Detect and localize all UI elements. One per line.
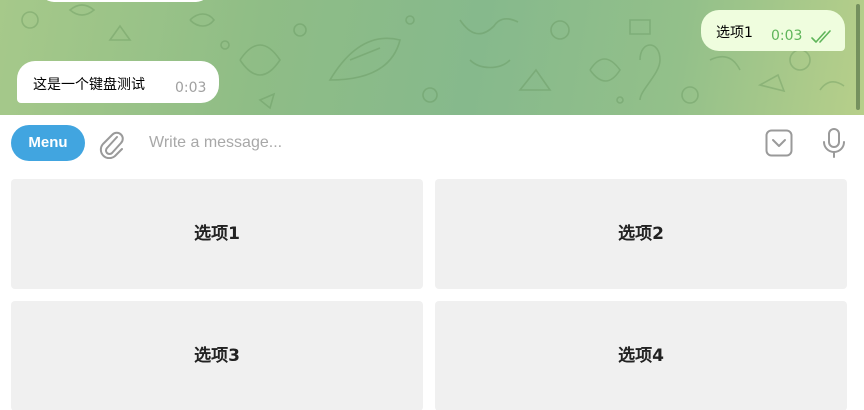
incoming-message[interactable]: 这是一个键盘测试 0:03 bbox=[17, 61, 219, 103]
keyboard-button-4[interactable]: 选项4 bbox=[435, 301, 847, 410]
previous-message-bubble bbox=[40, 0, 210, 2]
microphone-icon[interactable] bbox=[820, 127, 848, 159]
bot-menu-button[interactable]: Menu bbox=[11, 125, 85, 161]
message-text: 这是一个键盘测试 bbox=[33, 77, 145, 93]
message-text: 选项1 bbox=[716, 25, 753, 41]
compose-bar: Menu bbox=[0, 115, 864, 171]
outgoing-message[interactable]: 选项1 0:03 bbox=[701, 10, 845, 51]
keyboard-button-1[interactable]: 选项1 bbox=[11, 179, 423, 289]
double-check-icon bbox=[811, 30, 831, 43]
message-time: 0:03 bbox=[175, 80, 207, 96]
chat-history[interactable]: 选项1 0:03 这是一个键盘测试 0:03 bbox=[0, 0, 864, 115]
chevron-down-square-icon[interactable] bbox=[765, 129, 793, 157]
telegram-chat-window: 选项1 0:03 这是一个键盘测试 0:03 Menu Write a mess… bbox=[0, 0, 864, 410]
reply-keyboard: 选项1 选项2 选项3 选项4 bbox=[0, 171, 864, 410]
keyboard-button-3[interactable]: 选项3 bbox=[11, 301, 423, 410]
message-input[interactable] bbox=[149, 129, 739, 157]
paperclip-icon[interactable] bbox=[97, 129, 127, 159]
keyboard-button-2[interactable]: 选项2 bbox=[435, 179, 847, 289]
chat-scrollbar[interactable] bbox=[856, 4, 860, 110]
message-time: 0:03 bbox=[771, 28, 803, 44]
